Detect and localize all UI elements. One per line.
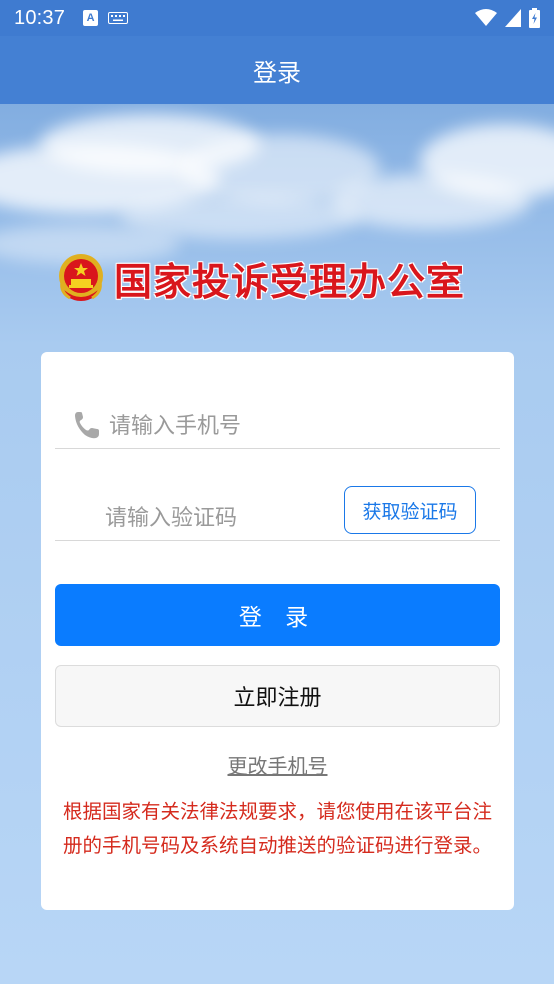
phone-input[interactable]: 请输入手机号: [109, 408, 241, 440]
wifi-icon: [475, 9, 497, 26]
login-button[interactable]: 登 录: [55, 584, 500, 646]
keyboard-icon: [108, 12, 129, 24]
notification-a-icon: A: [83, 10, 99, 26]
verification-code-input[interactable]: 请输入验证码: [105, 500, 237, 532]
legal-notice: 根据国家有关法律法规要求，请您使用在该平台注册的手机号码及系统自动推送的验证码进…: [63, 800, 493, 857]
verification-code-field: 请输入验证码 获取验证码: [55, 486, 500, 541]
change-phone-link[interactable]: 更改手机号: [41, 750, 514, 779]
get-code-button[interactable]: 获取验证码: [344, 486, 476, 534]
login-card: 请输入手机号 请输入验证码 获取验证码 登 录 立即注册 更改手机号 根据国家有…: [41, 352, 514, 910]
phone-field[interactable]: 请输入手机号: [55, 400, 500, 449]
app-bar: 登录: [0, 36, 554, 104]
signal-icon: [505, 9, 521, 27]
register-button[interactable]: 立即注册: [55, 665, 500, 727]
agency-banner: 国家投诉受理办公室: [56, 250, 465, 306]
status-bar: 10:37 A: [0, 0, 554, 36]
agency-title: 国家投诉受理办公室: [114, 259, 466, 304]
battery-charging-icon: [529, 8, 540, 28]
change-phone-label[interactable]: 更改手机号: [228, 754, 328, 778]
phone-icon: [75, 412, 99, 439]
status-time: 10:37: [14, 6, 66, 29]
page-title: 登录: [253, 58, 301, 87]
national-emblem-icon: [59, 254, 103, 301]
